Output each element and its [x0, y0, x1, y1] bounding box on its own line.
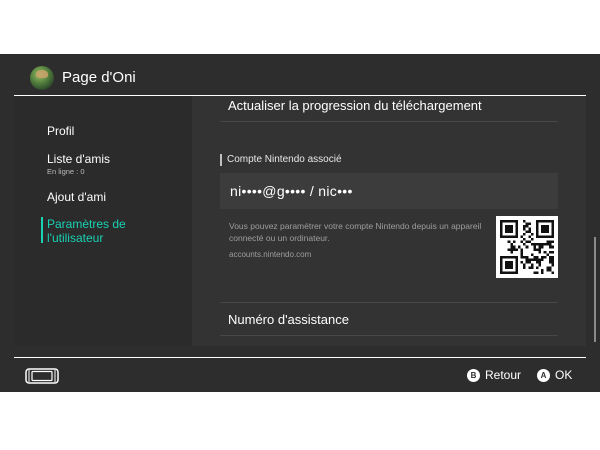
- section-marker: [220, 154, 222, 166]
- user-page-screen: Page d'Oni Profil Liste d'amis En ligne …: [0, 54, 600, 392]
- divider: [220, 121, 558, 122]
- active-indicator: [41, 217, 43, 243]
- sidebar-item-friends[interactable]: Liste d'amis En ligne : 0: [47, 152, 110, 176]
- divider: [220, 335, 558, 336]
- back-label: Retour: [485, 368, 522, 382]
- divider: [220, 302, 558, 303]
- download-progress-row[interactable]: Actualiser la progression du téléchargem…: [228, 98, 482, 113]
- online-count: En ligne : 0: [47, 167, 85, 176]
- settings-panel: Actualiser la progression du téléchargem…: [192, 96, 586, 346]
- scrollbar[interactable]: [594, 237, 596, 342]
- sidebar-item-profil[interactable]: Profil: [47, 124, 74, 138]
- switch-console-icon: [25, 368, 59, 389]
- page-header: Page d'Oni: [0, 54, 600, 95]
- b-button-icon: B: [467, 368, 480, 382]
- back-button[interactable]: B Retour: [467, 368, 521, 382]
- user-avatar-icon: [30, 66, 54, 90]
- footer: B Retour A OK: [0, 358, 600, 392]
- sidebar-item-label: Ajout d'ami: [47, 190, 106, 204]
- sidebar-item-user-settings[interactable]: Paramètres de l'utilisateur: [47, 217, 147, 245]
- a-button-icon: A: [537, 368, 550, 382]
- sidebar-item-label: Liste d'amis: [47, 152, 110, 166]
- qr-code-icon: [496, 216, 558, 278]
- page-title: Page d'Oni: [62, 69, 136, 86]
- ok-label: OK: [555, 368, 573, 382]
- sidebar-item-label: Paramètres de l'utilisateur: [47, 217, 126, 245]
- nintendo-account-row[interactable]: ni••••@g•••• / nic•••: [220, 173, 558, 209]
- sidebar-item-add-friend[interactable]: Ajout d'ami: [47, 190, 106, 204]
- section-title: Compte Nintendo associé: [227, 154, 342, 165]
- sidebar-item-label: Profil: [47, 124, 75, 138]
- account-value: ni••••@g•••• / nic•••: [230, 183, 353, 199]
- account-info-url: accounts.nintendo.com: [229, 250, 312, 259]
- ok-button[interactable]: A OK: [537, 368, 572, 382]
- account-info-text: Vous pouvez paramétrer votre compte Nint…: [229, 221, 482, 243]
- support-number-row[interactable]: Numéro d'assistance: [228, 312, 349, 327]
